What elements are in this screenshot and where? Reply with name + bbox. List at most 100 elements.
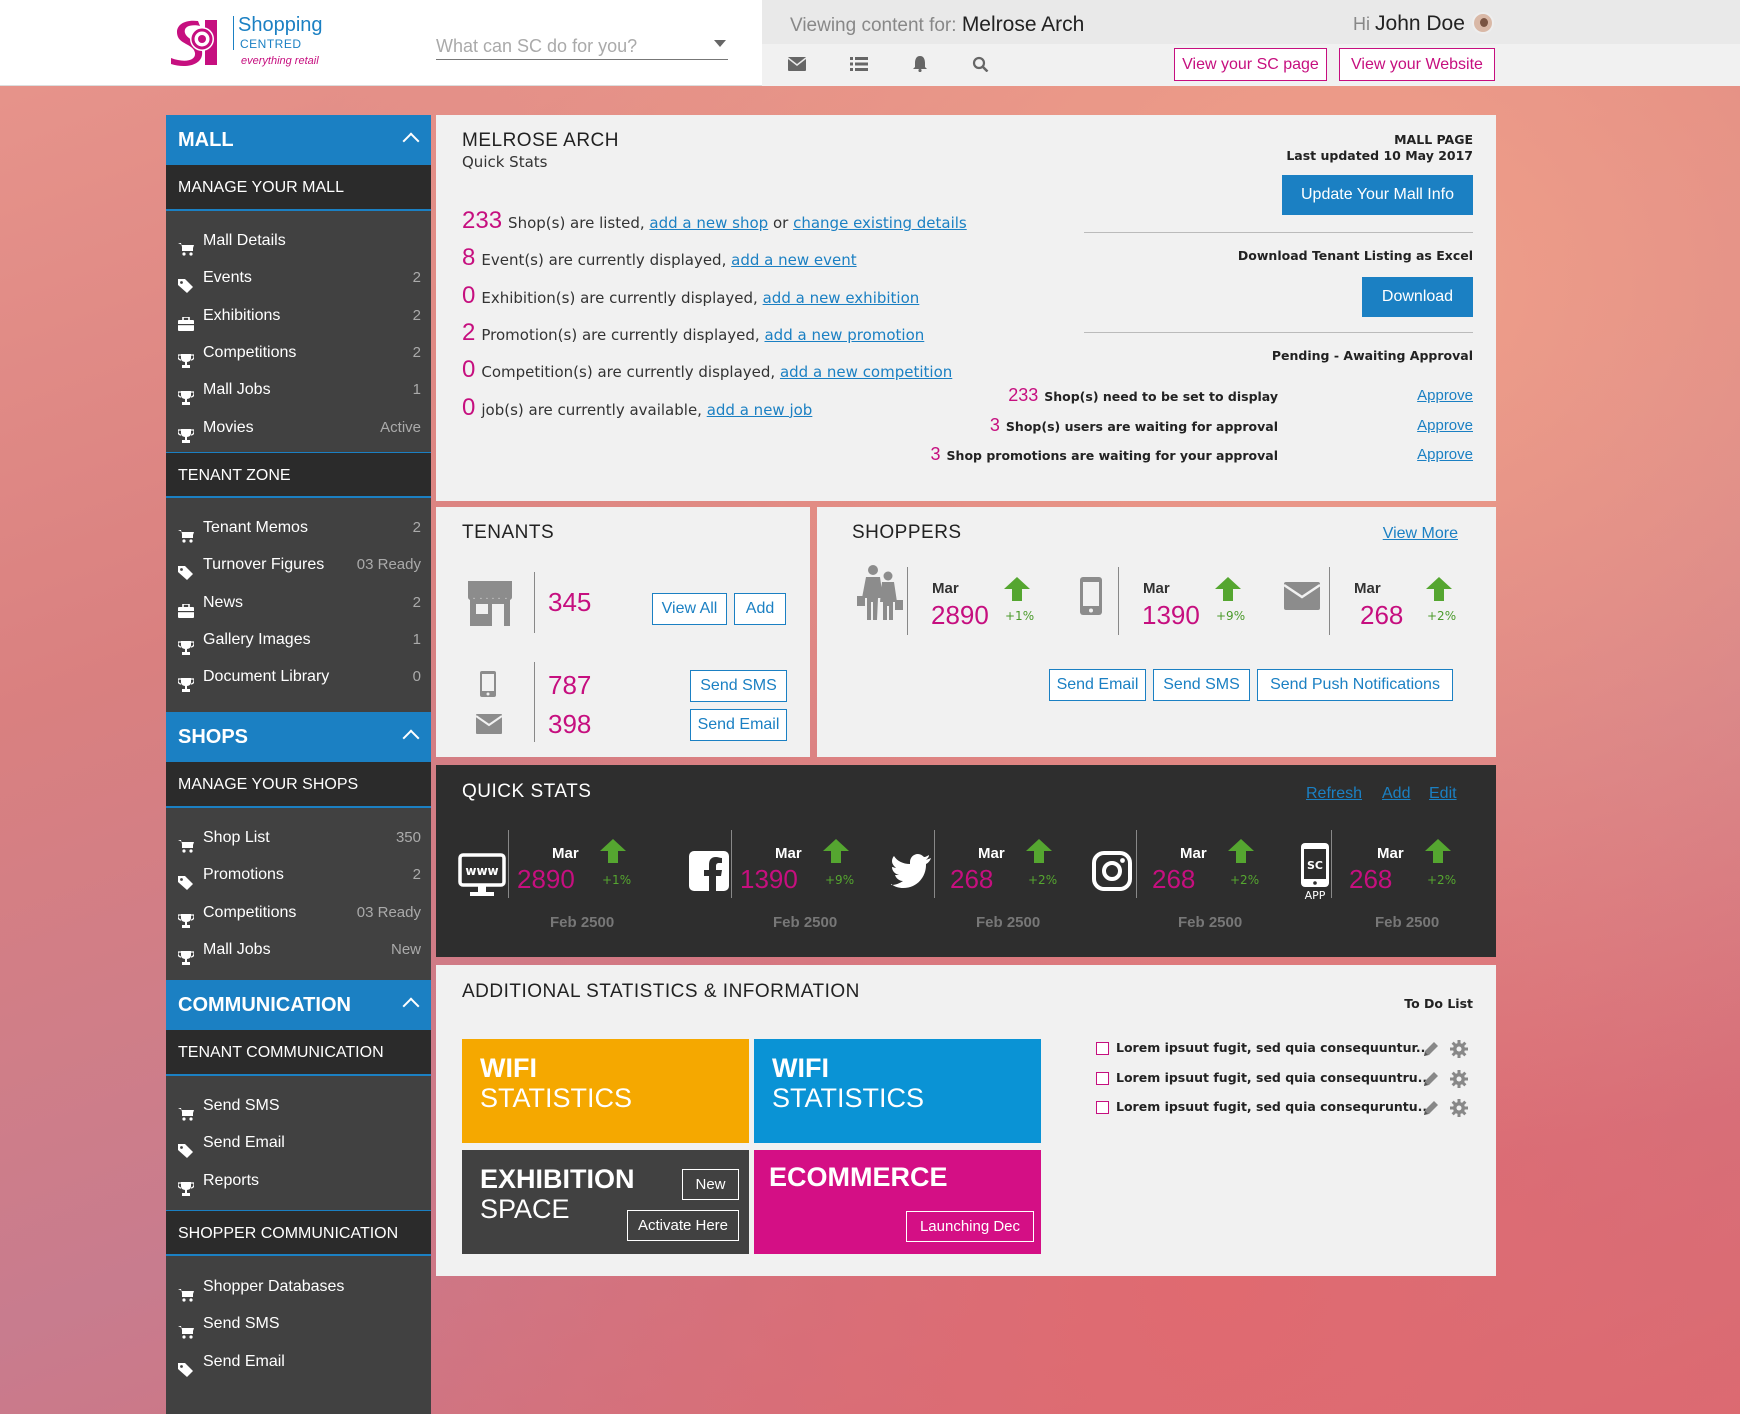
sidebar-item-tenant-memos[interactable]: Tenant Memos 2 <box>166 510 431 546</box>
email-count: 398 <box>548 709 592 739</box>
view-more-link[interactable]: View More <box>1383 525 1458 543</box>
send-email-button[interactable]: Send Email <box>1049 669 1146 701</box>
tenants-panel: TENANTS 345 View All Add 787 398 Send SM… <box>436 507 810 757</box>
add-link[interactable]: add a new exhibition <box>763 289 920 307</box>
gear-icon[interactable] <box>1450 1040 1468 1058</box>
section-title: SHOPS <box>178 726 249 748</box>
mobile-icon <box>1080 577 1102 619</box>
list-icon[interactable] <box>850 56 868 72</box>
sidebar-item-mall-jobs[interactable]: Mall Jobs 1 <box>166 372 431 408</box>
sidebar-item-mall-details[interactable]: Mall Details <box>166 223 431 259</box>
sidebar-item-competitions[interactable]: Competitions 03 Ready <box>166 895 431 931</box>
sidebar-item-competitions[interactable]: Competitions 2 <box>166 335 431 371</box>
add-link[interactable]: add a new promotion <box>764 326 924 344</box>
change-details-link[interactable]: change existing details <box>793 214 967 232</box>
todo-checkbox[interactable] <box>1096 1071 1109 1085</box>
sidebar-item-movies[interactable]: Movies Active <box>166 410 431 446</box>
add-link[interactable]: add a new shop <box>649 214 768 232</box>
stat-previous: Feb 2500 <box>550 914 615 931</box>
send-sms-button[interactable]: Send SMS <box>690 670 787 702</box>
tile-exhibition-space[interactable]: EXHIBITION SPACE New Activate Here <box>462 1150 749 1254</box>
add-link[interactable]: add a new job <box>707 401 813 419</box>
www-icon[interactable]: www <box>458 853 506 901</box>
shopping-centred-logo[interactable] <box>168 17 226 67</box>
stat-month: Mar <box>775 845 802 862</box>
add-link[interactable]: add a new event <box>731 251 856 269</box>
todo-checkbox[interactable] <box>1096 1101 1109 1114</box>
sidebar-item-turnover-figures[interactable]: Turnover Figures 03 Ready <box>166 547 431 583</box>
gear-icon[interactable] <box>1450 1069 1468 1088</box>
sidebar-item-reports[interactable]: Reports <box>166 1163 431 1199</box>
bell-icon[interactable] <box>911 56 929 72</box>
sidebar-item-gallery-images[interactable]: Gallery Images 1 <box>166 622 431 658</box>
chevron-down-icon[interactable] <box>714 40 726 47</box>
search-dropdown[interactable]: What can SC do for you? <box>436 36 728 60</box>
sidebar-item-send-sms[interactable]: Send SMS <box>166 1088 431 1124</box>
stat-change: +2% <box>1230 873 1260 887</box>
up-arrow-icon <box>1425 839 1451 863</box>
avatar[interactable] <box>1472 12 1494 34</box>
pencil-icon[interactable] <box>1422 1099 1440 1117</box>
user-name[interactable]: John Doe <box>1375 12 1465 35</box>
pending-label: Pending - Awaiting Approval <box>1271 348 1473 363</box>
tile-wifi-statistics[interactable]: WIFI STATISTICS <box>754 1039 1041 1143</box>
send-email-button[interactable]: Send Email <box>690 709 787 741</box>
viewing-content: Viewing content for: Melrose Arch <box>790 13 1084 37</box>
add-tenant-button[interactable]: Add <box>734 593 786 625</box>
twitter-icon[interactable] <box>891 854 931 892</box>
sidebar-item-shop-list[interactable]: Shop List 350 <box>166 820 431 856</box>
approve-link[interactable]: Approve <box>1417 387 1473 404</box>
sidebar-item-send-email[interactable]: Send Email <box>166 1125 431 1161</box>
edit-link[interactable]: Edit <box>1429 785 1457 803</box>
gear-icon[interactable] <box>1450 1099 1468 1117</box>
pencil-icon[interactable] <box>1422 1070 1440 1088</box>
sidebar-item-news[interactable]: News 2 <box>166 585 431 621</box>
sidebar-item-send-sms[interactable]: Send SMS <box>166 1306 431 1342</box>
view-all-button[interactable]: View All <box>652 593 727 625</box>
sidebar-item-exhibitions[interactable]: Exhibitions 2 <box>166 298 431 334</box>
sidebar-item-send-email[interactable]: Send Email <box>166 1344 431 1380</box>
sidebar-section-mall[interactable]: MALL <box>166 115 431 165</box>
chevron-up-icon[interactable] <box>402 132 420 150</box>
activate-here-button[interactable]: Activate Here <box>627 1210 739 1241</box>
search-icon[interactable] <box>972 56 990 72</box>
add-link[interactable]: add a new competition <box>780 363 952 381</box>
tile-ecommerce[interactable]: ECOMMERCE Launching Dec <box>754 1150 1041 1254</box>
add-link[interactable]: Add <box>1382 785 1410 803</box>
trophy-icon <box>177 421 195 443</box>
instagram-icon[interactable] <box>1092 851 1132 895</box>
sidebar-item-label: Mall Jobs <box>203 381 271 399</box>
sidebar-item-promotions[interactable]: Promotions 2 <box>166 857 431 893</box>
chevron-up-icon[interactable] <box>402 729 420 747</box>
approve-link[interactable]: Approve <box>1417 446 1473 463</box>
sidebar-item-mall-jobs[interactable]: Mall Jobs New <box>166 932 431 968</box>
download-button[interactable]: Download <box>1362 277 1473 317</box>
send-push-notifications-button[interactable]: Send Push Notifications <box>1257 669 1453 701</box>
view-sc-page-button[interactable]: View your SC page <box>1174 48 1327 81</box>
tile-wifi-statistics[interactable]: WIFI STATISTICS <box>462 1039 749 1143</box>
refresh-link[interactable]: Refresh <box>1306 785 1362 803</box>
envelope-icon[interactable] <box>788 56 806 72</box>
todo-checkbox[interactable] <box>1096 1042 1109 1055</box>
update-mall-info-button[interactable]: Update Your Mall Info <box>1282 175 1473 215</box>
new-button[interactable]: New <box>682 1169 739 1200</box>
approve-link[interactable]: Approve <box>1417 417 1473 434</box>
app-icon[interactable]: SC APP <box>1300 843 1330 905</box>
sidebar-item-document-library[interactable]: Document Library 0 <box>166 659 431 695</box>
sidebar-section-shops[interactable]: SHOPS <box>166 712 431 762</box>
sidebar-section-communication[interactable]: COMMUNICATION <box>166 980 431 1030</box>
quick-stat-line: 0 Competition(s) are currently displayed,… <box>462 356 952 384</box>
briefcase-icon <box>178 596 194 618</box>
sidebar-item-shopper-databases[interactable]: Shopper Databases <box>166 1269 431 1305</box>
view-website-button[interactable]: View your Website <box>1339 48 1495 81</box>
facebook-icon[interactable] <box>689 851 729 895</box>
sidebar-item-label: Document Library <box>203 668 330 686</box>
send-sms-button[interactable]: Send SMS <box>1153 669 1250 701</box>
launching-dec-button[interactable]: Launching Dec <box>906 1211 1034 1242</box>
pencil-icon[interactable] <box>1422 1040 1440 1058</box>
sidebar-item-label: Send Email <box>203 1352 285 1370</box>
chevron-up-icon[interactable] <box>402 997 420 1015</box>
quick-stat-line: 0 Exhibition(s) are currently displayed, … <box>462 282 919 310</box>
sidebar-item-events[interactable]: Events 2 <box>166 260 431 296</box>
viewing-value[interactable]: Melrose Arch <box>962 13 1085 36</box>
